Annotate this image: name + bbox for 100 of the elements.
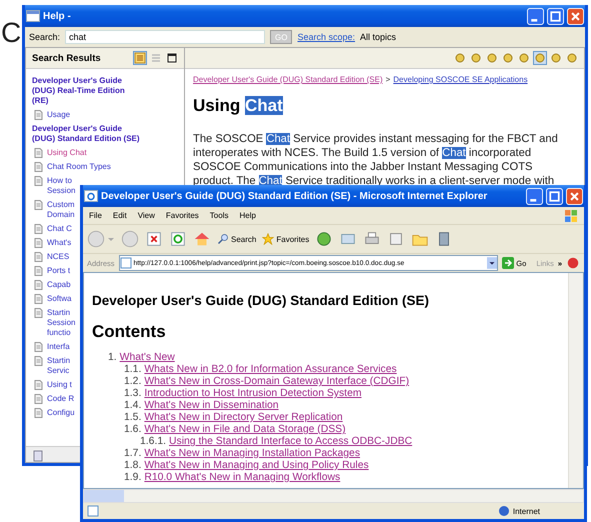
document-icon — [34, 200, 43, 210]
security-zone: Internet — [512, 506, 540, 516]
document-icon — [34, 308, 43, 318]
breadcrumb-link[interactable]: Developer User's Guide (DUG) Standard Edition (SE) — [193, 75, 383, 84]
document-icon — [34, 394, 43, 404]
window-icon — [26, 10, 40, 22]
search-button[interactable]: Search — [217, 233, 256, 245]
toc-number: 1.7. — [124, 448, 142, 459]
menu-item[interactable]: Edit — [112, 211, 127, 220]
toc-number: 1.1. — [124, 364, 142, 375]
topic-link[interactable]: Startin Servic — [47, 356, 70, 376]
favorites-button[interactable]: Favorites — [262, 233, 310, 245]
page-icon — [120, 257, 132, 269]
toolbar-addon-icon[interactable] — [566, 256, 580, 270]
toc-link[interactable]: Whats New in B2.0 for Information Assurance Services — [144, 364, 397, 375]
toc-link[interactable]: What's New in Directory Server Replication — [144, 412, 343, 423]
topic-link[interactable]: Usage — [47, 110, 70, 120]
toc-link[interactable]: What's New in Managing and Using Policy Rules — [144, 460, 369, 471]
page-icon — [87, 505, 99, 517]
document-icon — [34, 294, 43, 304]
contents-heading: Contents — [92, 322, 167, 342]
menu-item[interactable]: Help — [239, 211, 256, 220]
document-icon — [34, 162, 43, 172]
topic-link[interactable]: Softwa — [47, 294, 72, 304]
stop-icon[interactable] — [145, 230, 163, 248]
toc-number: 1.9. — [124, 472, 142, 483]
search-scope-link[interactable]: Search scope: — [297, 32, 356, 42]
toc-number: 1. — [108, 352, 117, 363]
topic-link[interactable]: Custom Domain — [47, 200, 75, 220]
toc-link[interactable]: Introduction to Host Intrusion Detection System — [144, 388, 362, 399]
toc-number: 1.5. — [124, 412, 142, 423]
toc-number: 1.6.1. — [140, 436, 166, 447]
document-icon — [34, 408, 43, 418]
maximize-button[interactable] — [547, 8, 564, 24]
close-button[interactable] — [567, 8, 584, 24]
document-icon — [34, 342, 43, 352]
arrow-icon — [502, 257, 514, 269]
window-title: Developer User's Guide (DUG) Standard Edition (SE) - Microsoft Internet Explorer — [101, 190, 488, 202]
star-icon — [262, 233, 274, 245]
minimize-button[interactable] — [527, 8, 544, 24]
topic-link[interactable]: Using Chat — [47, 148, 87, 158]
topic-link[interactable]: What's — [47, 238, 72, 248]
document-icon — [34, 380, 43, 390]
topic-link[interactable]: How to Session — [47, 176, 76, 196]
book-title: Developer User's Guide (DUG) Real-Time Edition (RE) — [32, 76, 125, 106]
breadcrumb-link[interactable]: Developing SOSCOE SE Applications — [393, 75, 528, 84]
document-icon — [34, 266, 43, 276]
toc-number: 1.6. — [124, 424, 142, 435]
pane-title: Search Results — [32, 52, 102, 64]
toc-link[interactable]: What's New in Managing Installation Packages — [144, 448, 360, 459]
search-scope-value: All topics — [360, 32, 396, 42]
topic-link[interactable]: Chat Room Types — [47, 162, 111, 172]
document-icon — [34, 280, 43, 290]
document-icon — [34, 224, 43, 234]
page-title: Developer User's Guide (DUG) Standard Edition (SE) — [92, 293, 430, 308]
toc-link[interactable]: R10.0 What's New in Managing Workflows — [144, 472, 340, 483]
windows-logo-icon — [564, 208, 578, 222]
search-icon — [217, 233, 229, 245]
vertical-scrollbar[interactable] — [568, 273, 583, 488]
topic-link[interactable]: Ports t — [47, 266, 70, 276]
toc-link[interactable]: What's New in File and Data Storage (DSS) — [144, 424, 346, 435]
menu-item[interactable]: Favorites — [166, 211, 199, 220]
toc-number: 1.4. — [124, 400, 142, 411]
toc-link[interactable]: Using the Standard Interface to Access ODBC-JDBC — [169, 436, 412, 447]
topic-link[interactable]: Configu — [47, 408, 75, 418]
toc-link[interactable]: What's New — [120, 352, 175, 363]
document-icon — [34, 148, 43, 158]
slide-text: C — [1, 18, 22, 48]
dropdown-icon[interactable] — [487, 257, 498, 269]
search-label: Search: — [29, 32, 60, 42]
horizontal-scrollbar[interactable] — [83, 489, 584, 503]
list-icon[interactable] — [150, 52, 162, 64]
menu-item[interactable]: View — [138, 211, 155, 220]
topic-link[interactable]: Code R — [47, 394, 74, 404]
document-icon — [34, 356, 43, 366]
contents-tab-icon[interactable] — [32, 450, 44, 462]
book-title: Developer User's Guide (DUG) Standard Edition (SE) — [32, 124, 140, 144]
minimize-button[interactable] — [526, 188, 543, 204]
topic-link[interactable]: Interfa — [47, 342, 70, 352]
breadcrumb-separator: > — [386, 75, 390, 84]
maximize-button[interactable] — [546, 188, 563, 204]
list-view-icon[interactable] — [134, 52, 146, 64]
toc-link[interactable]: What's New in Cross-Domain Gateway Interface (CDGIF) — [144, 376, 410, 387]
topic-link[interactable]: NCES — [47, 252, 70, 262]
toc-number: 1.2. — [124, 376, 142, 387]
topic-link[interactable]: Capab — [47, 280, 71, 290]
topic-link[interactable]: Using t — [47, 380, 72, 390]
browser-icon — [84, 190, 98, 202]
menu-item[interactable]: Tools — [210, 211, 228, 220]
search-field[interactable]: chat — [65, 30, 266, 44]
menu-item[interactable]: File — [89, 211, 102, 220]
refresh-icon[interactable] — [169, 230, 187, 248]
document-icon — [34, 176, 43, 186]
window-title: Help - — [43, 10, 71, 22]
close-button[interactable] — [566, 188, 583, 204]
toc-number: 1.8. — [124, 460, 142, 471]
globe-icon — [498, 505, 510, 517]
toc-link[interactable]: What's New in Dissemination — [144, 400, 279, 411]
topic-link[interactable]: Chat C — [47, 224, 72, 234]
topic-link[interactable]: Startin Session functio — [47, 308, 76, 338]
